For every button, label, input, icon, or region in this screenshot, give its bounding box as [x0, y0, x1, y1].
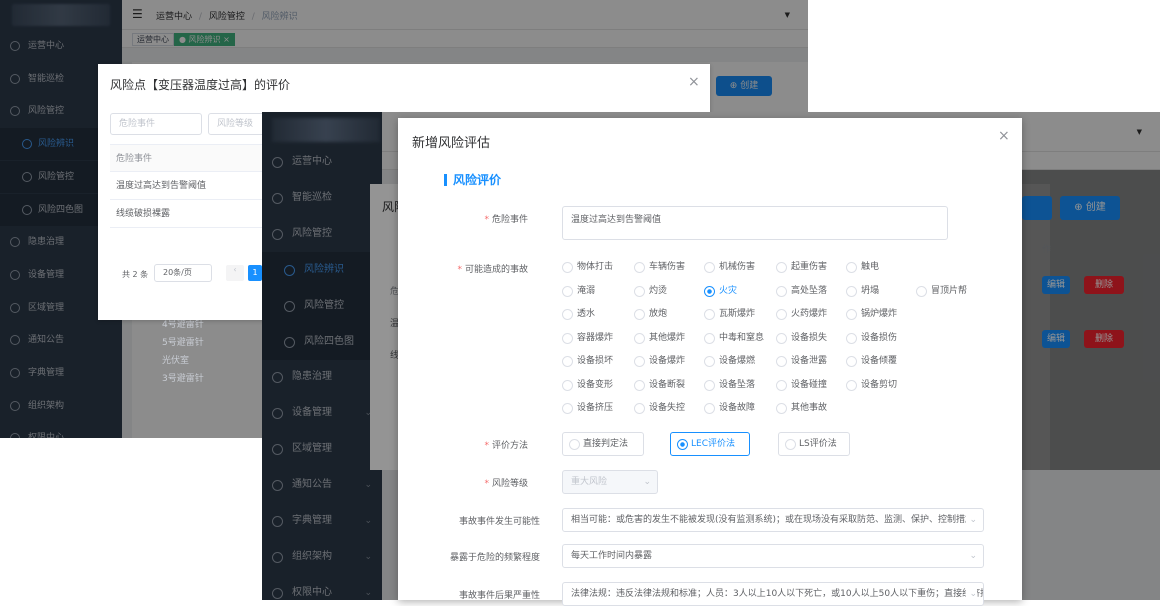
hazard-label: * 危险事件 [484, 215, 528, 225]
accident-radio[interactable]: 设备损坏 [562, 354, 613, 368]
accident-radio[interactable]: 物体打击 [562, 260, 613, 274]
accident-radio[interactable]: 设备剪切 [846, 378, 897, 392]
close-icon[interactable]: × [688, 74, 700, 90]
accident-radio[interactable]: 容器爆炸 [562, 331, 613, 345]
accident-radio[interactable]: 设备损失 [776, 331, 827, 345]
accident-radio[interactable]: 机械伤害 [704, 260, 755, 274]
hazard-textarea[interactable]: 温度过高达到告警阈值 [562, 206, 948, 240]
pagination-total: 共 2 条 [122, 270, 149, 279]
accident-radio[interactable]: 设备碰撞 [776, 378, 827, 392]
accident-radio[interactable]: 其他爆炸 [634, 331, 685, 345]
accident-radio[interactable]: 触电 [846, 260, 879, 274]
list-item: 光伏室 [162, 356, 190, 366]
close-icon[interactable]: × [998, 128, 1010, 144]
accident-radio[interactable]: 车辆伤害 [634, 260, 685, 274]
accident-radio[interactable]: 设备倾覆 [846, 354, 897, 368]
accident-radio[interactable]: 设备爆炸 [634, 354, 685, 368]
accident-radio[interactable]: 设备断裂 [634, 378, 685, 392]
severity-label: 事故事件后果严重性 [458, 591, 540, 601]
accident-radio[interactable]: 坍塌 [846, 284, 879, 298]
hazard-filter-input[interactable]: 危险事件 [110, 113, 202, 135]
chevron-down-icon: ⌄ [640, 471, 651, 493]
dialog-title: 风险点【变压器温度过高】的评价 [110, 78, 291, 92]
section-title: 风险评价 [444, 174, 501, 186]
risk-level-select: 重大风险 ⌄ [562, 470, 658, 494]
accident-label: * 可能造成的事故 [457, 265, 528, 275]
likelihood-select[interactable]: 相当可能：或危害的发生不能被发现(没有监测系统)；或在现场没有采取防范、监测、保… [562, 508, 984, 532]
accident-radio[interactable]: 设备失控 [634, 401, 685, 415]
page-number[interactable]: 1 [248, 265, 262, 281]
accident-radio[interactable]: 高处坠落 [776, 284, 827, 298]
page-size-select[interactable]: 20条/页 [154, 264, 212, 282]
exposure-label: 暴露于危险的频繁程度 [449, 553, 540, 563]
accident-radio[interactable]: 淹溺 [562, 284, 595, 298]
accident-radio[interactable]: 设备挤压 [562, 401, 613, 415]
add-risk-assessment-dialog: 新增风险评估 × 风险评价 * 危险事件 温度过高达到告警阈值 * 可能造成的事故 … [398, 118, 1022, 606]
accident-radio[interactable]: 放炮 [634, 307, 667, 321]
accident-radio[interactable]: 火药爆炸 [776, 307, 827, 321]
accident-radio[interactable]: 设备坠落 [704, 378, 755, 392]
method-ls-radio[interactable]: LS评价法 [778, 432, 850, 456]
likelihood-label: 事故事件发生可能性 [458, 517, 540, 527]
chevron-down-icon: ⌄ [966, 583, 977, 605]
accident-radio[interactable]: 设备泄露 [776, 354, 827, 368]
chevron-down-icon: ⌄ [966, 545, 977, 567]
accident-radio[interactable]: 锅炉爆炸 [846, 307, 897, 321]
dialog-title: 新增风险评估 [412, 136, 491, 151]
list-item: 5号避雷针 [162, 338, 204, 348]
level-filter-input[interactable]: 风险等级 [208, 113, 268, 135]
accident-radio[interactable]: 设备爆燃 [704, 354, 755, 368]
accident-radio[interactable]: 透水 [562, 307, 595, 321]
prev-page-button[interactable]: ‹ [226, 265, 244, 281]
list-item: 3号避雷针 [162, 374, 204, 384]
bg-list: 4号避雷针 5号避雷针 光伏室 3号避雷针 [162, 316, 204, 388]
accident-radio[interactable]: 设备变形 [562, 378, 613, 392]
method-direct-radio[interactable]: 直接判定法 [562, 432, 644, 456]
accident-radio[interactable]: 起重伤害 [776, 260, 827, 274]
chevron-down-icon: ⌄ [966, 509, 977, 531]
exposure-select[interactable]: 每天工作时间内暴露 ⌄ [562, 544, 984, 568]
right-mask [1022, 170, 1160, 470]
severity-select[interactable]: 法律法规：违反法律法规和标准；人员：3人以上10人以下死亡，或10人以上50人以… [562, 582, 984, 606]
accident-radio[interactable]: 瓦斯爆炸 [704, 307, 755, 321]
method-lec-radio[interactable]: LEC评价法 [670, 432, 750, 456]
accident-radio[interactable]: 灼烫 [634, 284, 667, 298]
accident-radio[interactable]: 火灾 [704, 284, 737, 298]
accident-radio[interactable]: 中毒和窒息 [704, 331, 764, 345]
level-label: * 风险等级 [484, 479, 528, 489]
accident-radio[interactable]: 其他事故 [776, 401, 827, 415]
accident-radio[interactable]: 冒顶片帮 [916, 284, 967, 298]
accident-radio[interactable]: 设备损伤 [846, 331, 897, 345]
accident-radio[interactable]: 设备故障 [704, 401, 755, 415]
method-label: * 评价方法 [484, 441, 528, 451]
